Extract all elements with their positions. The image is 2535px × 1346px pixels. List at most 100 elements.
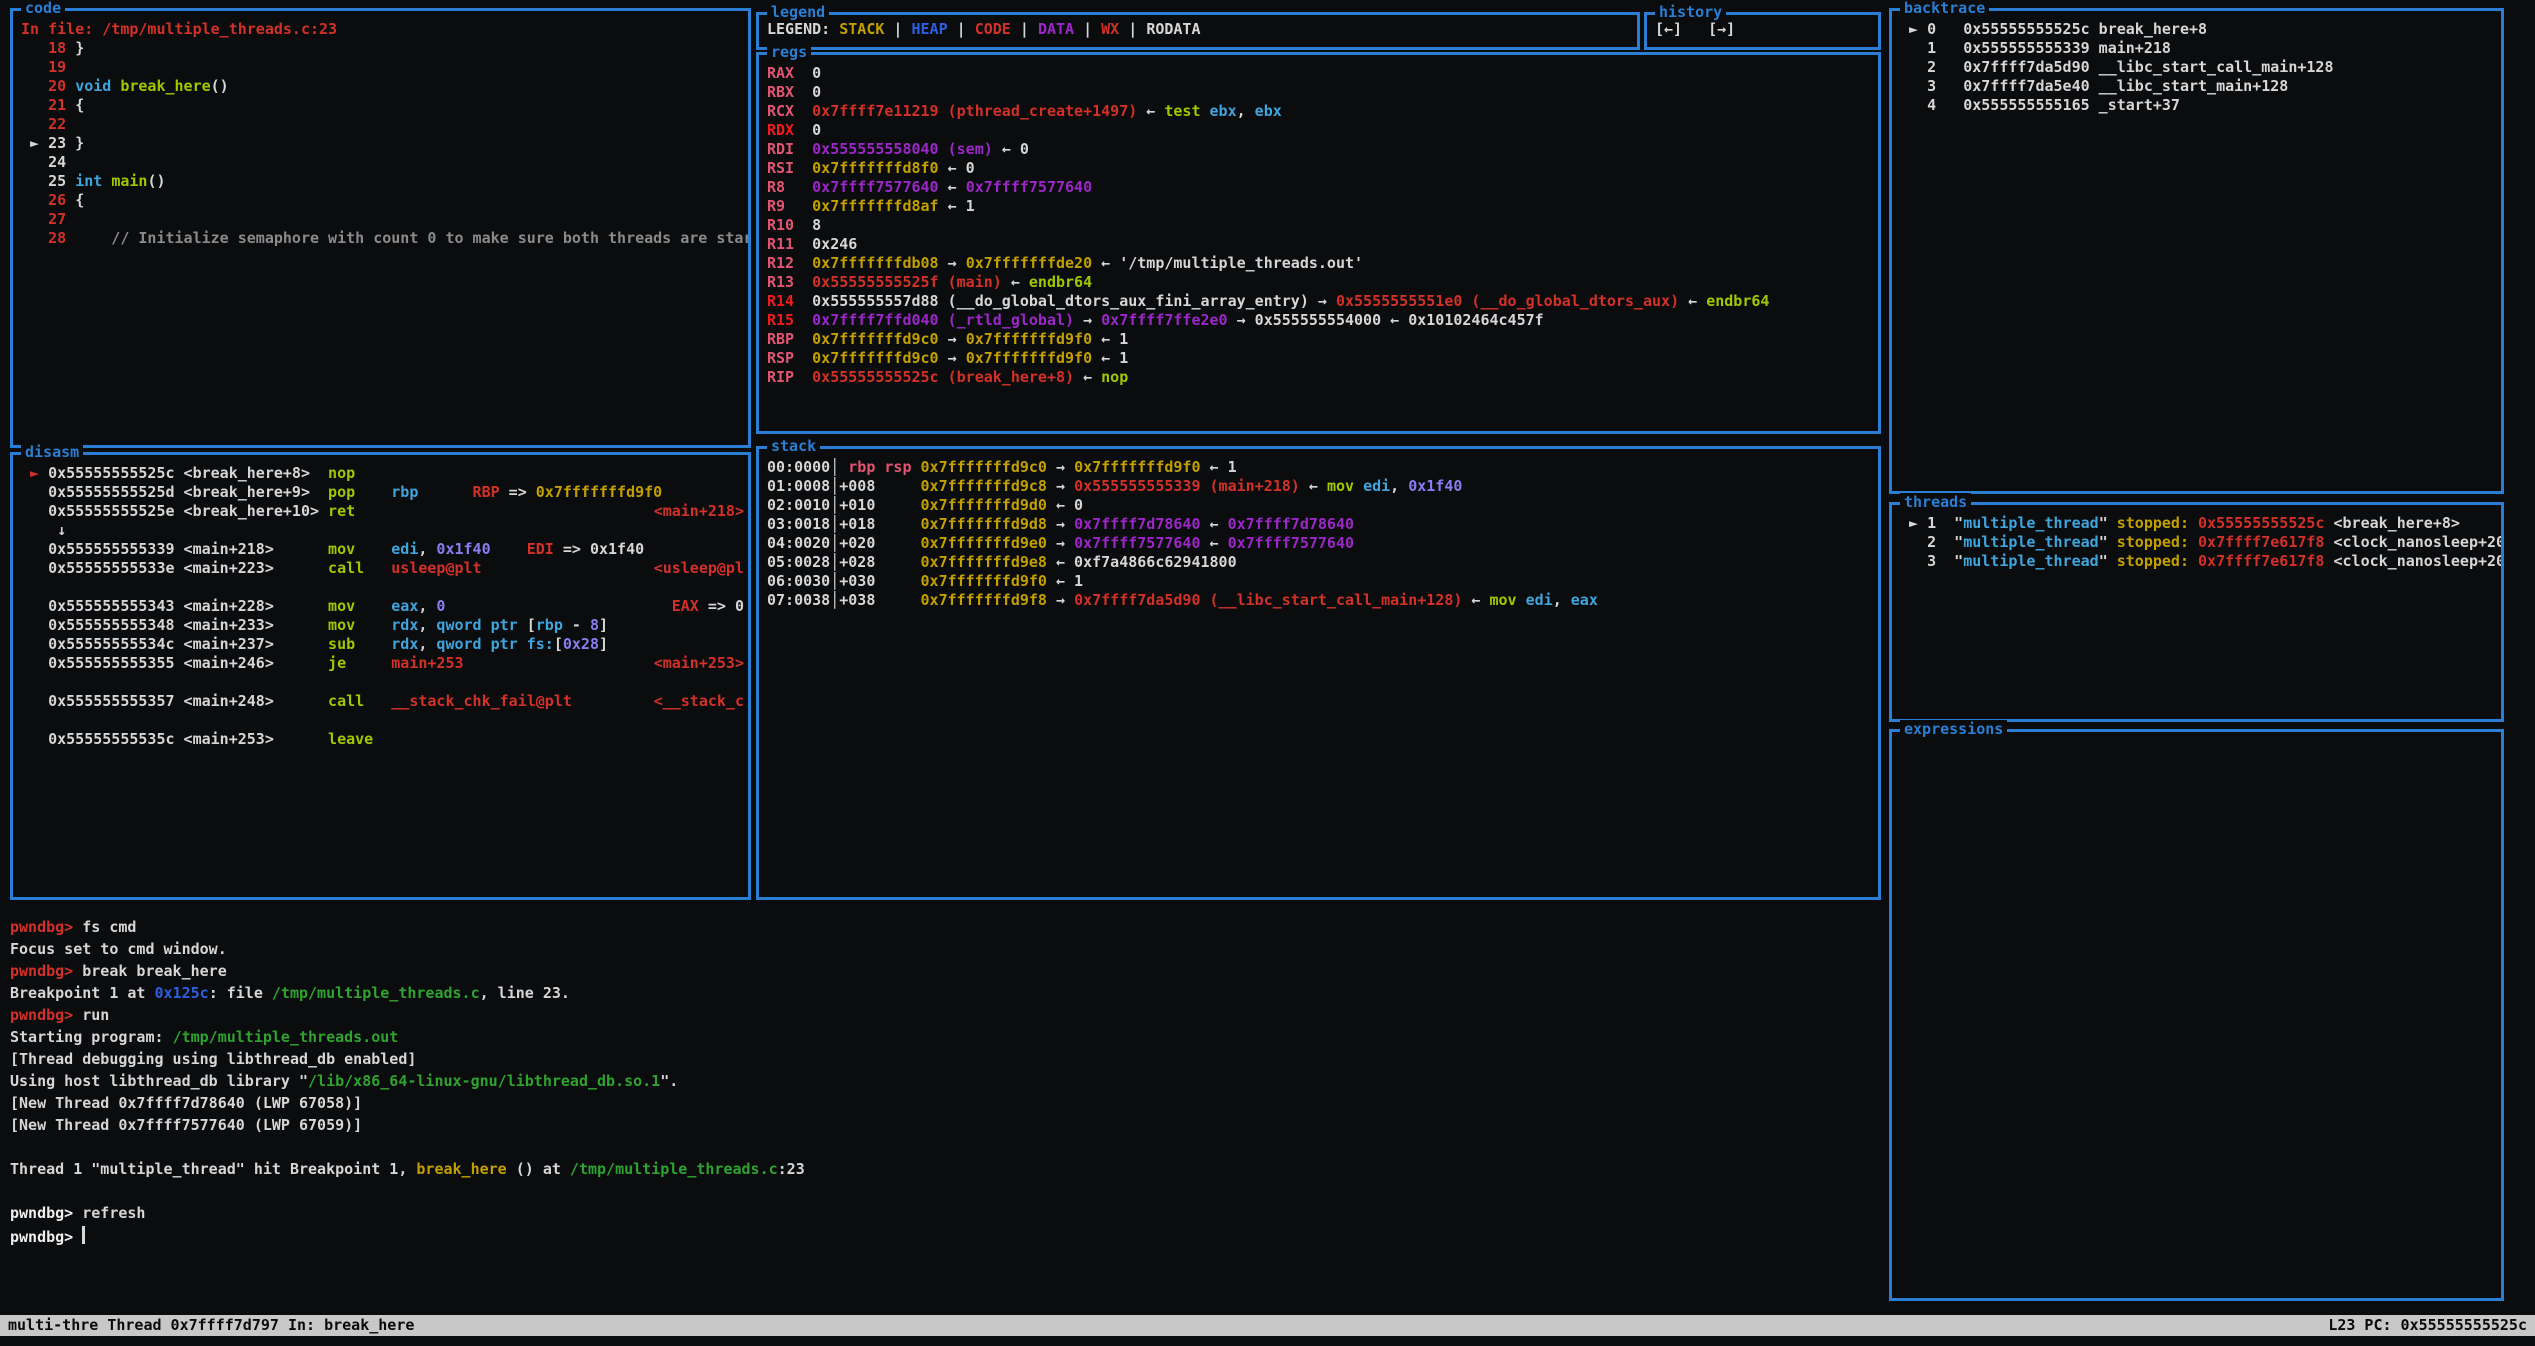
expressions-panel-title: expressions [1900,720,2007,738]
text-segment [102,172,111,190]
text-line: 0x555555555339 <main+218> mov edi, 0x1f4… [21,540,744,559]
text-segment: 1 0x555555555339 main+218 [1900,39,2171,57]
threads-panel: threads ► 1 "multiple_thread" stopped: 0… [1889,502,2504,722]
text-segment: pwndbg> [10,1006,82,1024]
text-segment-group: R14 0x555555557d88 (__do_global_dtors_au… [767,292,1769,311]
history-forward-button[interactable]: [→] [1708,20,1735,38]
text-segment-group: 05:0028│+028 0x7fffffffd9e8 ← 0xf7a4866c… [767,553,1237,572]
text-segment-group: 02:0010│+010 0x7fffffffd9d0 ← 0 [767,496,1083,515]
text-line: 26 { [21,191,744,210]
text-segment: → [1056,458,1074,476]
history-back-button[interactable]: [←] [1655,20,1682,38]
text-segment: 0x7fffffffd9f0 [1074,458,1209,476]
text-segment: EAX [672,597,699,615]
text-segment-group: [New Thread 0x7ffff7d78640 (LWP 67058)] [10,1092,362,1114]
text-segment: 3 " [1900,552,1963,570]
text-segment: HEAP [912,20,948,38]
text-segment: ► [30,464,39,482]
text-segment-group: 2 "multiple_thread" stopped: 0x7ffff7e61… [1900,533,2501,552]
text-segment-group: Using host libthread_db library "/lib/x8… [10,1070,678,1092]
text-line: 0x55555555525d <break_here+9> pop rbp RB… [21,483,744,502]
text-segment: multiple_thread [1963,552,2098,570]
text-segment [364,692,391,710]
text-segment: <break_here+8> [2334,514,2460,532]
text-line: 28 // Initialize semaphore with count 0 … [21,229,744,248]
text-segment: () [211,77,229,95]
text-segment: RBX [767,83,812,101]
stack-panel-title: stack [767,437,820,455]
text-line: 01:0008│+008 0x7fffffffd9c8 → 0x55555555… [767,477,1874,496]
terminal-output[interactable]: pwndbg> fs cmdFocus set to cmd window.pw… [10,916,1872,1308]
text-segment-group: 21 { [21,96,84,115]
text-segment: ← [1011,273,1029,291]
text-segment: 0x7ffff7577640 [1228,534,1354,552]
text-segment: ► 0 0x55555555525c break_here+8 [1900,20,2207,38]
text-segment: 0x125c [155,984,209,1002]
text-line: In file: /tmp/multiple_threads.c:23 [21,20,744,39]
text-line: [Thread debugging using libthread_db ena… [10,1048,1872,1070]
text-segment: pwndbg> [10,1204,82,1222]
text-segment: 0x7fffffffd8f0 [812,159,947,177]
text-segment: R9 [767,197,812,215]
text-segment: → [1056,591,1074,609]
text-segment: In file: /tmp/multiple_threads.c:23 [21,20,337,38]
text-segment-group: 22 [21,115,75,134]
text-line: 27 [21,210,744,229]
text-line: RSP 0x7fffffffd9c0 → 0x7fffffffd9f0 ← 1 [767,349,1874,368]
text-segment: multiple_thread [1963,533,2098,551]
text-segment: main [111,172,147,190]
text-segment: R14 [767,292,812,310]
text-segment-group: RAX 0 [767,64,821,83]
text-segment-group: 04:0020│+020 0x7fffffffd9e0 → 0x7ffff757… [767,534,1354,553]
text-segment-group: 24 [21,153,75,172]
text-segment-group: 20 void break_here() [21,77,229,96]
text-segment: Focus set to cmd window. [10,940,227,958]
text-line: 0x55555555533e <main+223> call usleep@pl… [21,559,744,578]
text-line: RCX 0x7ffff7e11219 (pthread_create+1497)… [767,102,1874,121]
text-segment-group: R9 0x7fffffffd8af ← 1 [767,197,975,216]
text-segment-group: RIP 0x55555555525c (break_here+8) ← nop [767,368,1128,387]
text-segment: 0x5555555551e0 (__do_global_dtors_aux) [1336,292,1688,310]
text-line: Using host libthread_db library "/lib/x8… [10,1070,1872,1092]
text-segment: /lib/x86_64-linux-gnu/libthread_db.so.1 [308,1072,660,1090]
expressions-panel: expressions [1889,729,2504,1301]
text-segment-group: 0x55555555533e <main+223> call usleep@pl… [21,559,482,578]
text-line: ► 23 } [21,134,744,153]
text-segment: pwndbg> [10,962,82,980]
text-segment: ► 23 } [21,134,84,152]
text-segment: | [1119,20,1146,38]
text-segment: test [1164,102,1209,120]
text-line: 0x555555555343 <main+228> mov eax, 0EAX … [21,597,744,616]
text-line: 0x55555555525e <break_here+10> ret<main+… [21,502,744,521]
text-segment: ← [948,178,966,196]
text-segment: 0x7ffff7577640 [966,178,1092,196]
text-segment: multiple_thread [1963,514,2098,532]
text-segment: 0x7fffffffd9f0 [536,483,662,501]
text-segment: , [1237,102,1255,120]
text-segment: edi [1363,477,1390,495]
disasm-panel: disasm ► 0x55555555525c <break_here+8> n… [10,452,751,900]
text-segment: rdx [391,616,418,634]
text-segment: 0 [812,121,821,139]
text-segment: () at [507,1160,570,1178]
text-segment: 0x7fffffffd9f8 [921,591,1056,609]
text-segment-group: 07:0038│+038 0x7fffffffd9f8 → 0x7ffff7da… [767,591,1598,610]
text-segment-group: pwndbg> run [10,1004,109,1026]
text-line: 24 [21,153,744,172]
text-segment-group: R12 0x7fffffffdb08 → 0x7fffffffde20 ← '/… [767,254,1363,273]
text-line: LEGEND: STACK | HEAP | CODE | DATA | WX … [767,20,1633,39]
text-line: R15 0x7ffff7ffd040 (_rtld_global) → 0x7f… [767,311,1874,330]
text-segment: 0x1f40 [436,540,490,558]
text-segment-group: R11 0x246 [767,235,857,254]
text-segment-group: 1 0x555555555339 main+218 [1900,39,2171,58]
text-segment: 22 [21,115,75,133]
text-segment-group: 0x555555555355 <main+246> je main+253 [21,654,464,673]
text-segment: RAX [767,64,812,82]
text-segment-group: [New Thread 0x7ffff7577640 (LWP 67059)] [10,1114,362,1136]
text-segment: → 0x555555554000 ← 0x10102464c457f [1237,311,1544,329]
text-segment: 0x7ffff7577640 [1074,534,1209,552]
text-segment: DATA [1038,20,1074,38]
history-panel-title: history [1655,3,1726,21]
text-segment: ← 1 [948,197,975,215]
text-line: RBP 0x7fffffffd9c0 → 0x7fffffffd9f0 ← 1 [767,330,1874,349]
